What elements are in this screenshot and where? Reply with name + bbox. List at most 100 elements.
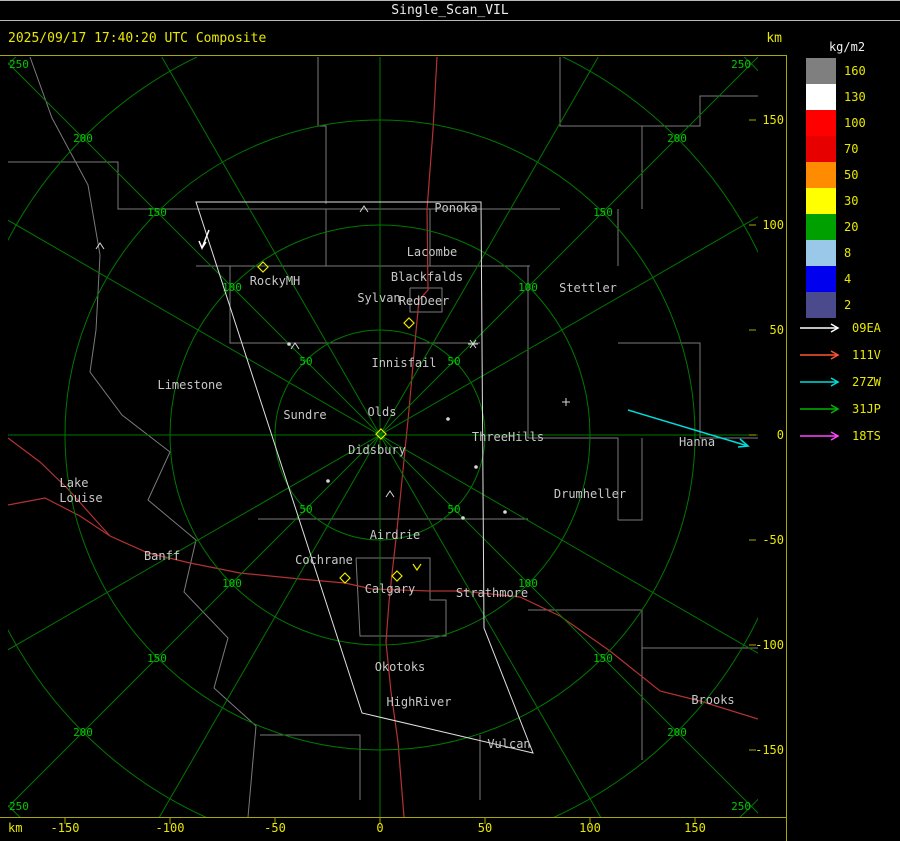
- colorbar-swatch: [806, 162, 836, 188]
- dot-marker: [474, 465, 478, 469]
- bottom-axis-label: -100: [155, 821, 185, 835]
- town-label: Okotoks: [375, 660, 426, 674]
- town-label: Banff: [144, 549, 180, 563]
- range-label: 150: [593, 206, 613, 219]
- diamond-marker: [391, 570, 403, 582]
- right-axis-label: 0: [776, 428, 784, 442]
- colorbar-row: 70: [806, 136, 858, 162]
- range-label: 250: [9, 58, 29, 71]
- dot-marker: [503, 510, 507, 514]
- range-label: 150: [147, 206, 167, 219]
- bottom-axis-label: -150: [50, 821, 80, 835]
- colorbar-value: 160: [844, 64, 866, 78]
- range-label: 250: [731, 58, 751, 71]
- town-label: Brooks: [691, 693, 734, 707]
- range-label: 50: [447, 355, 460, 368]
- asterisk-marker: [468, 339, 478, 349]
- town-label: Limestone: [157, 378, 222, 392]
- track-id: 111V: [852, 348, 881, 362]
- range-label: 200: [667, 726, 687, 739]
- right-axis-label: 100: [762, 218, 784, 232]
- colorbar-row: 20: [806, 214, 858, 240]
- track-legend-row: 31JP: [798, 402, 881, 416]
- range-label: 50: [299, 355, 312, 368]
- scan-sector-outline: [195, 201, 534, 754]
- dot-marker: [326, 479, 330, 483]
- colorbar-row: 2: [806, 292, 851, 318]
- diamond-marker: [403, 317, 415, 329]
- colorbar-unit: kg/m2: [828, 40, 866, 54]
- dot-marker: [446, 417, 450, 421]
- colorbar-swatch: [806, 214, 836, 240]
- town-label: HighRiver: [386, 695, 451, 709]
- town-label: Hanna: [679, 435, 715, 449]
- range-label: 250: [731, 800, 751, 813]
- town-label: Lake: [60, 476, 89, 490]
- legend-panel: kg/m2 160 130 100 70 50 30 20 8 4 2 09EA…: [790, 22, 900, 841]
- range-label: 200: [73, 132, 93, 145]
- dot-marker: [287, 342, 291, 346]
- town-label: Sundre: [283, 408, 326, 422]
- bottom-axis-label: 150: [684, 821, 706, 835]
- town-label: Drumheller: [554, 487, 626, 501]
- plus-marker: [562, 398, 570, 406]
- town-labels: Ponoka Lacombe Blackfalds Sylvan RedDeer…: [59, 201, 734, 751]
- colorbar-swatch: [806, 136, 836, 162]
- track-legend-row: 27ZW: [798, 375, 881, 389]
- town-label: Didsbury: [348, 443, 406, 457]
- town-label: Calgary: [365, 582, 416, 596]
- track-arrow-icon: [800, 431, 840, 441]
- storm-tracks: [198, 229, 750, 448]
- town-label: Cochrane: [295, 553, 353, 567]
- town-label: Strathmore: [456, 586, 528, 600]
- colorbar-swatch: [806, 240, 836, 266]
- colorbar-row: 30: [806, 188, 858, 214]
- range-label: 150: [147, 652, 167, 665]
- right-axis-label: 150: [762, 113, 784, 127]
- town-label: Louise: [59, 491, 102, 505]
- colorbar-value: 8: [844, 246, 852, 260]
- range-label: 100: [518, 281, 538, 294]
- range-label: 100: [222, 577, 242, 590]
- bottom-axis-label: 100: [579, 821, 601, 835]
- colorbar-value: 30: [844, 194, 859, 208]
- town-label: RockyMH: [250, 274, 301, 288]
- colorbar-swatch: [806, 292, 836, 318]
- colorbar-row: 50: [806, 162, 858, 188]
- track-arrow-icon: [800, 404, 840, 414]
- right-axis-label: -150: [755, 743, 784, 757]
- peak-marker: [95, 242, 105, 250]
- colorbar-value: 70: [844, 142, 859, 156]
- bottom-axis-label: 0: [376, 821, 384, 835]
- dot-marker: [461, 516, 465, 520]
- track-legend-row: 111V: [798, 348, 881, 362]
- colorbar-value: 130: [844, 90, 866, 104]
- colorbar-value: 2: [844, 298, 852, 312]
- colorbar-value: 50: [844, 168, 859, 182]
- colorbar-row: 8: [806, 240, 851, 266]
- range-label: 50: [447, 503, 460, 516]
- range-label: 250: [9, 800, 29, 813]
- obs-markers: [95, 205, 570, 520]
- track-id: 09EA: [852, 321, 881, 335]
- range-label: 150: [593, 652, 613, 665]
- peak-marker: [290, 342, 300, 350]
- town-label: Blackfalds: [391, 270, 463, 284]
- diamond-marker: [339, 572, 351, 584]
- track-legend-row: 09EA: [798, 321, 881, 335]
- track-arrow-icon: [800, 323, 840, 333]
- bottom-axis-unit: km: [8, 821, 23, 835]
- town-label: Stettler: [559, 281, 617, 295]
- colorbar-swatch: [806, 84, 836, 110]
- town-label: Ponoka: [434, 201, 477, 215]
- track-arrow-icon: [800, 377, 840, 387]
- colorbar-swatch: [806, 188, 836, 214]
- peak-marker: [385, 490, 395, 498]
- colorbar-row: 130: [806, 84, 866, 110]
- town-label: RedDeer: [399, 294, 450, 308]
- colorbar-value: 100: [844, 116, 866, 130]
- town-label: Sylvan: [357, 291, 400, 305]
- town-label: Vulcan: [487, 737, 530, 751]
- track-id: 18TS: [852, 429, 881, 443]
- town-label: Airdrie: [370, 528, 421, 542]
